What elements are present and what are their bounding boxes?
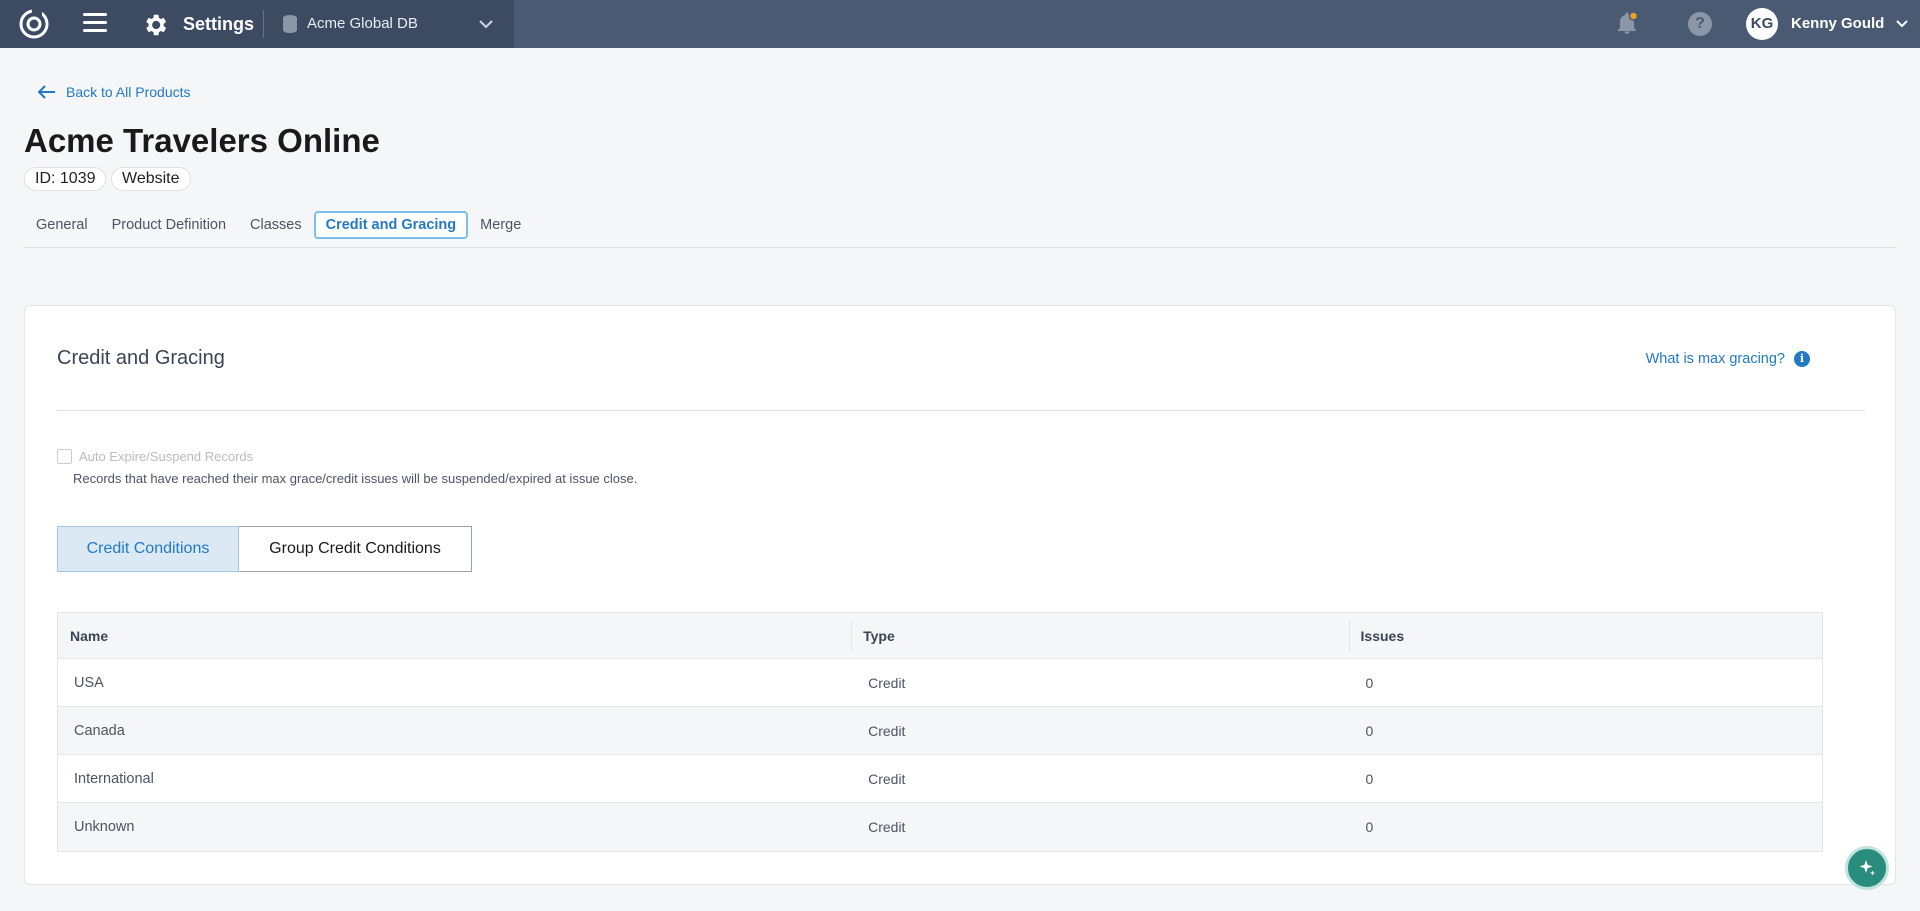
arrow-left-icon <box>38 85 55 99</box>
user-name[interactable]: Kenny Gould <box>1791 15 1884 32</box>
cell-issues: 0 <box>1365 723 1374 739</box>
cell-issues: 0 <box>1365 771 1374 787</box>
bell-icon[interactable] <box>1614 11 1640 37</box>
assistant-button[interactable] <box>1845 846 1889 890</box>
auto-expire-option: Auto Expire/Suspend Records <box>57 449 253 464</box>
cell-issues: 0 <box>1365 819 1374 835</box>
cell-name: Unknown <box>74 819 135 835</box>
section-title: Settings <box>183 14 255 34</box>
top-bar: Settings Acme Global DB ? KG Kenny Gould <box>0 0 1920 48</box>
tab-general[interactable]: General <box>24 211 100 239</box>
table-row[interactable]: Unknown Credit 0 <box>58 803 1822 851</box>
credit-gracing-card: Credit and Gracing What is max gracing? … <box>24 305 1896 885</box>
table-row[interactable]: USA Credit 0 <box>58 659 1822 707</box>
divider <box>263 10 264 38</box>
max-gracing-help-link[interactable]: What is max gracing? i <box>1646 351 1810 367</box>
cell-issues: 0 <box>1365 675 1374 691</box>
credit-conditions-table: Name Type Issues USA Credit 0 Canada Cre… <box>57 612 1823 852</box>
tab-credit-and-gracing[interactable]: Credit and Gracing <box>313 211 469 239</box>
page-title: Acme Travelers Online <box>24 122 380 159</box>
column-header-issues[interactable]: Issues <box>1348 613 1822 658</box>
chevron-down-icon[interactable] <box>478 18 494 30</box>
tab-product-definition[interactable]: Product Definition <box>100 211 238 239</box>
table-header: Name Type Issues <box>58 613 1822 659</box>
cell-name: USA <box>74 675 104 691</box>
cell-type: Credit <box>868 819 906 835</box>
table-row[interactable]: International Credit 0 <box>58 755 1822 803</box>
cell-name: International <box>74 771 154 787</box>
cell-type: Credit <box>868 723 906 739</box>
tab-merge[interactable]: Merge <box>468 211 533 239</box>
chevron-down-icon[interactable] <box>1895 19 1909 29</box>
divider <box>57 410 1865 411</box>
info-icon: i <box>1794 351 1810 367</box>
top-bar-left-section <box>0 0 514 48</box>
card-title: Credit and Gracing <box>57 347 225 369</box>
back-link-label: Back to All Products <box>66 84 191 100</box>
database-selector[interactable]: Acme Global DB <box>307 15 418 32</box>
column-header-type[interactable]: Type <box>851 613 1348 658</box>
tab-classes[interactable]: Classes <box>238 211 314 239</box>
cell-name: Canada <box>74 723 125 739</box>
group-credit-conditions-button[interactable]: Group Credit Conditions <box>239 526 472 572</box>
credit-conditions-button[interactable]: Credit Conditions <box>57 526 239 572</box>
tab-bar: General Product Definition Classes Credi… <box>24 211 533 239</box>
hamburger-menu-icon[interactable] <box>83 13 107 35</box>
auto-expire-label: Auto Expire/Suspend Records <box>79 449 254 464</box>
auto-expire-checkbox[interactable] <box>57 449 72 464</box>
database-icon <box>283 15 297 33</box>
conditions-toggle: Credit Conditions Group Credit Condition… <box>57 526 472 572</box>
divider <box>24 247 1896 248</box>
auto-expire-help-text: Records that have reached their max grac… <box>73 471 638 486</box>
app-logo-icon[interactable] <box>18 8 50 40</box>
cell-type: Credit <box>868 771 906 787</box>
help-link-label: What is max gracing? <box>1645 351 1785 367</box>
sparkle-icon <box>1859 860 1875 876</box>
back-link[interactable]: Back to All Products <box>38 84 191 100</box>
help-icon[interactable]: ? <box>1688 12 1712 36</box>
table-row[interactable]: Canada Credit 0 <box>58 707 1822 755</box>
gear-icon[interactable] <box>141 11 169 39</box>
cell-type: Credit <box>868 675 906 691</box>
avatar[interactable]: KG <box>1746 8 1778 40</box>
type-badge: Website <box>111 167 191 191</box>
column-header-name[interactable]: Name <box>58 613 851 658</box>
id-badge: ID: 1039 <box>24 167 107 191</box>
